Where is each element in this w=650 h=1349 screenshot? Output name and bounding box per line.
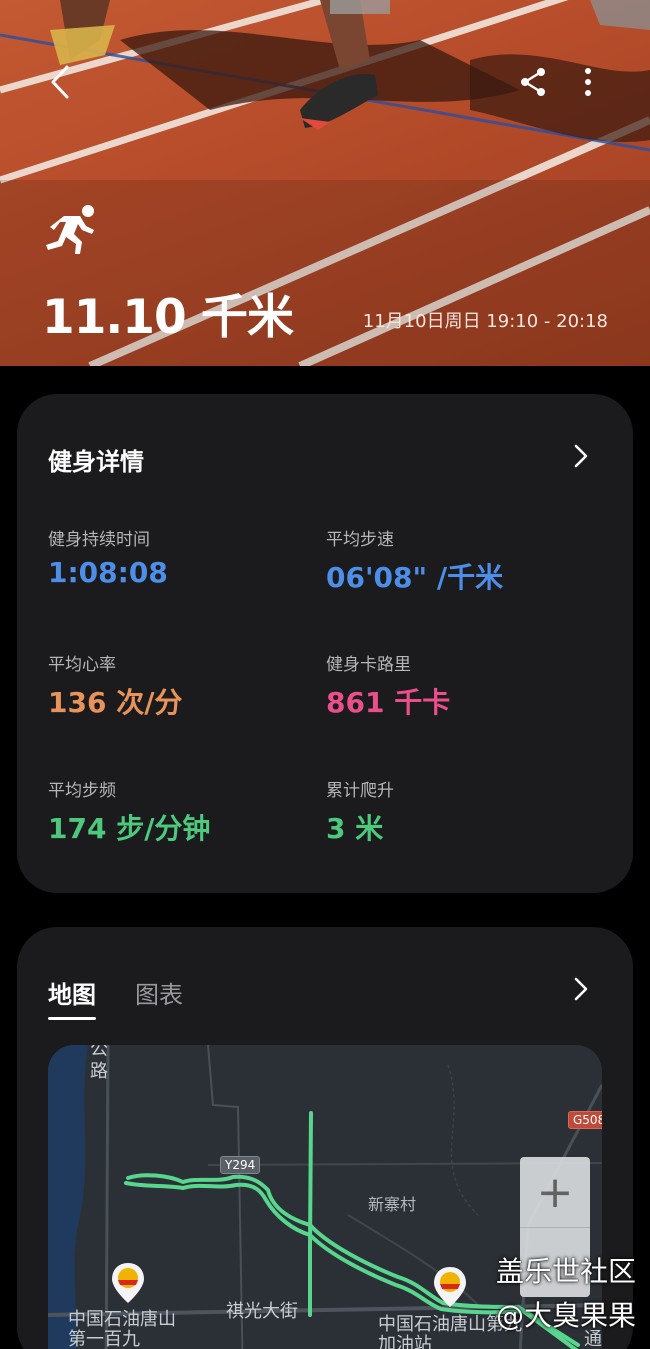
more-vertical-icon <box>585 68 591 96</box>
back-arrow-icon <box>51 65 69 99</box>
workout-details-card[interactable]: 健身详情 健身持续时间 1:08:08 平均步速 06'08" /千米 平均心率… <box>17 394 633 893</box>
share-icon <box>521 68 545 96</box>
elevation-gain-value: 3 米 <box>326 812 384 845</box>
avg-heart-rate-label: 平均心率 <box>48 655 116 675</box>
calories-label: 健身卡路里 <box>326 655 411 675</box>
map-label-village: 新寨村 <box>368 1195 417 1214</box>
details-title: 健身详情 <box>48 448 144 476</box>
gas-station-pin-icon[interactable] <box>110 1261 146 1305</box>
distance-value: 11.10 千米 <box>42 290 294 345</box>
tab-chart[interactable]: 图表 <box>135 975 183 1010</box>
avg-pace-label: 平均步速 <box>326 530 394 550</box>
watermark-author: @大臭果果 <box>495 1299 636 1332</box>
elevation-gain-label: 累计爬升 <box>326 781 394 801</box>
road-badge-y294: Y294 <box>220 1156 261 1174</box>
avg-pace-value: 06'08" /千米 <box>326 561 504 594</box>
avg-heart-rate-value: 136 次/分 <box>48 686 183 719</box>
workout-datetime: 11月10日周日 19:10 - 20:18 <box>362 311 608 332</box>
duration-label: 健身持续时间 <box>48 530 150 550</box>
map-label-gas-station-left: 中国石油唐山第一百九 <box>68 1309 176 1349</box>
running-icon <box>46 205 94 254</box>
map-label-street: 祺光大街 <box>226 1301 298 1322</box>
avg-cadence-label: 平均步频 <box>48 781 116 801</box>
share-button[interactable] <box>512 62 554 102</box>
duration-value: 1:08:08 <box>48 556 168 589</box>
gas-station-pin-icon[interactable] <box>432 1265 468 1309</box>
map-label-road: 公路 <box>90 1045 108 1082</box>
road-badge-g508: G508 <box>568 1111 602 1129</box>
more-options-button[interactable] <box>570 62 606 102</box>
hero-banner: 11.10 千米 11月10日周日 19:10 - 20:18 <box>0 0 650 366</box>
avg-cadence-value: 174 步/分钟 <box>48 812 211 845</box>
calories-value: 861 千卡 <box>326 686 451 719</box>
zoom-in-button[interactable]: + <box>520 1157 590 1227</box>
chevron-right-icon[interactable] <box>569 442 593 470</box>
chevron-right-icon[interactable] <box>569 975 593 1003</box>
tab-map[interactable]: 地图 <box>48 975 96 1020</box>
watermark-community: 盖乐世社区 <box>495 1255 636 1288</box>
back-button[interactable] <box>40 58 80 106</box>
